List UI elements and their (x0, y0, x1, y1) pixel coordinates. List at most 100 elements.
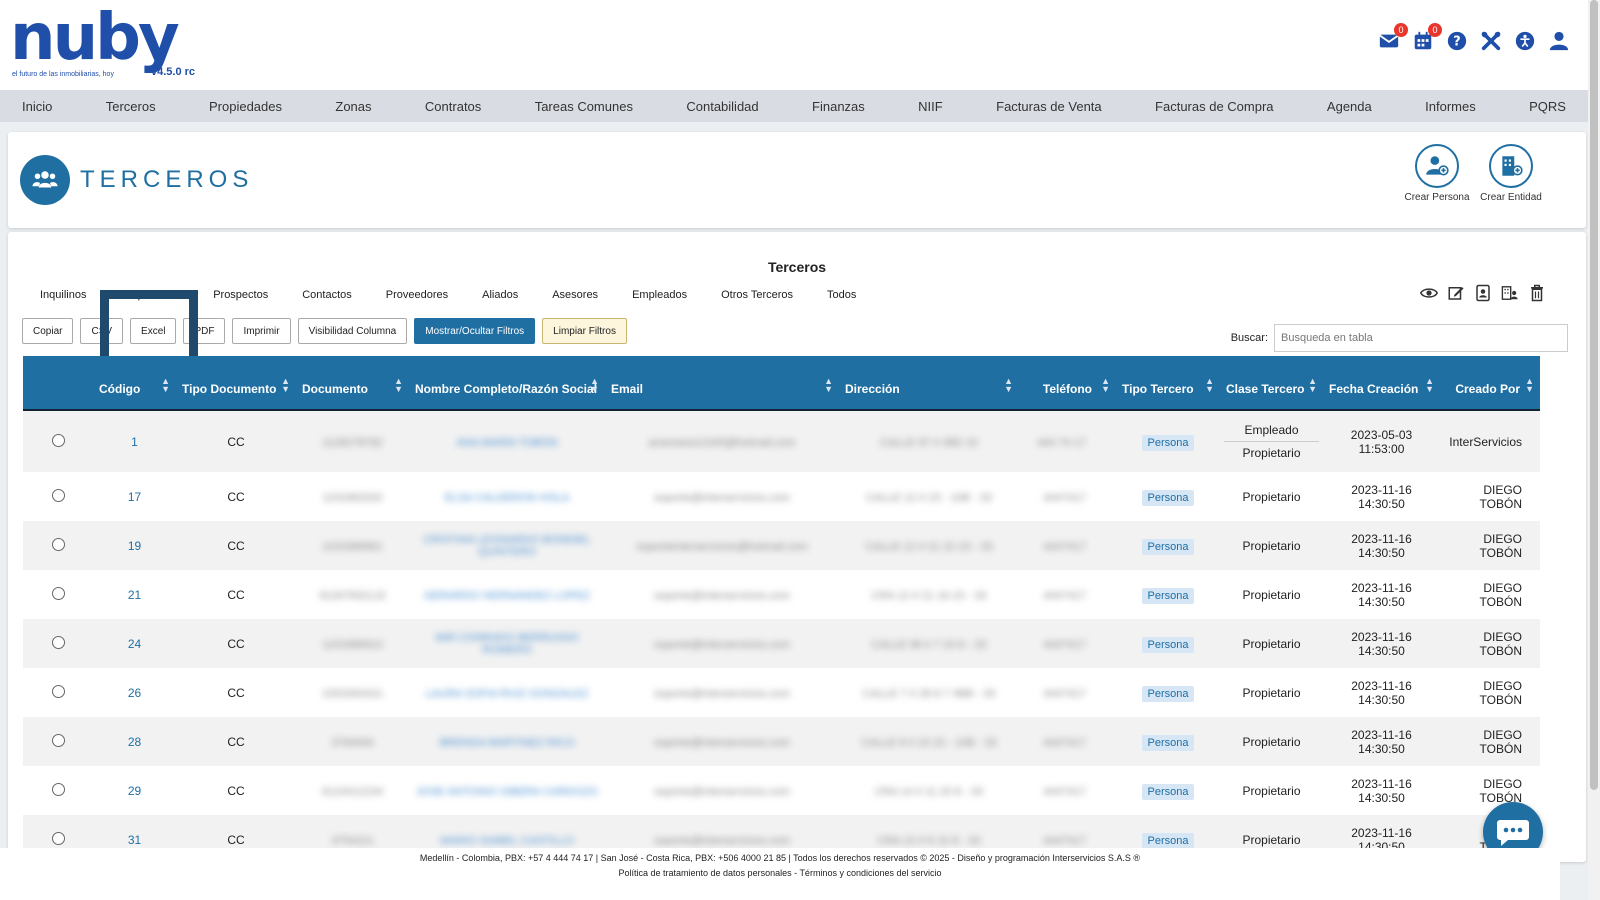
tercero-name-link[interactable]: BRENDA MARTINEZ RICO (440, 737, 575, 749)
nav-niif[interactable]: NIIF (918, 99, 943, 114)
tab-todos[interactable]: Todos (810, 289, 873, 301)
table-row[interactable]: 26 CC 1053393321 LAURA SOFIA RUIZ GONZALEZ s… (23, 668, 1540, 717)
row-radio[interactable] (51, 782, 65, 796)
header-telefono[interactable]: Teléfono ▲ ▼ (1019, 356, 1116, 410)
tercero-name-link[interactable]: MARIO ISABEL CASTILLO (440, 835, 573, 847)
header-clase-tercero[interactable]: Clase Tercero ▲ ▼ (1220, 356, 1323, 410)
nav-inicio[interactable]: Inicio (22, 99, 52, 114)
tab-otros-terceros[interactable]: Otros Terceros (704, 289, 810, 301)
header-codigo[interactable]: Código ▲ ▼ (93, 356, 176, 410)
row-radio[interactable] (51, 831, 65, 845)
calendar-icon[interactable]: 0 (1412, 23, 1442, 52)
terms-link[interactable]: Términos y condiciones del servicio (799, 868, 941, 878)
nav-informes[interactable]: Informes (1425, 99, 1476, 114)
nuby-logo[interactable]: nuby el futuro de las inmobiliarias, hoy… (10, 6, 200, 82)
table-row[interactable]: 17 CC 1153382920 ELSA CALDERON HOLA soporte@… (23, 472, 1540, 521)
excel-button[interactable]: Excel (130, 318, 177, 344)
copy-button[interactable]: Copiar (22, 318, 74, 344)
row-radio[interactable] (51, 586, 65, 600)
table-row[interactable]: 21 CC 912678321J2 GERARDO HERNANDEZ LOPEZ so… (23, 570, 1540, 619)
tercero-code-link[interactable]: 24 (128, 637, 141, 651)
tercero-code-link[interactable]: 1 (131, 435, 138, 449)
toggle-filters-button[interactable]: Mostrar/Ocultar Filtros (414, 318, 536, 344)
clear-filters-button[interactable]: Limpiar Filtros (542, 318, 627, 344)
row-radio[interactable] (51, 488, 65, 502)
tab-contactos[interactable]: Contactos (285, 289, 369, 301)
nav-propiedades[interactable]: Propiedades (209, 99, 282, 114)
edit-icon[interactable] (1447, 284, 1465, 302)
tercero-code-link[interactable]: 31 (128, 833, 141, 847)
header-nombre[interactable]: Nombre Completo/Razón Social ▲ ▼ (409, 356, 605, 410)
cell-fecha-creacion: 2023-11-16 14:30:50 (1323, 717, 1440, 766)
header-fecha-creacion[interactable]: Fecha Creación ▲ ▼ (1323, 356, 1440, 410)
create-person-button[interactable]: Crear Persona (1401, 144, 1473, 203)
nav-finanzas[interactable]: Finanzas (812, 99, 865, 114)
tercero-code-link[interactable]: 17 (128, 490, 141, 504)
contact-card-icon[interactable] (1474, 284, 1492, 302)
nav-terceros[interactable]: Terceros (106, 99, 156, 114)
csv-button[interactable]: CSV (80, 318, 124, 344)
create-entity-button[interactable]: Crear Entidad (1475, 144, 1547, 203)
nav-tareas-comunes[interactable]: Tareas Comunes (535, 99, 633, 114)
nav-zonas[interactable]: Zonas (335, 99, 371, 114)
table-row[interactable]: 1 CC 1128278782 ANA MARÍA TOBÓN anamaria1234… (23, 410, 1540, 472)
tab-prospectos[interactable]: Prospectos (196, 289, 285, 301)
search-input[interactable] (1274, 324, 1568, 352)
tab-proveedores[interactable]: Proveedores (369, 289, 465, 301)
building-user-icon[interactable] (1501, 284, 1519, 302)
header-email[interactable]: Email ▲ ▼ (605, 356, 839, 410)
row-radio[interactable] (51, 684, 65, 698)
pdf-button[interactable]: PDF (183, 318, 226, 344)
table-row[interactable]: 28 CC 3784930 BRENDA MARTINEZ RICO soporte@i… (23, 717, 1540, 766)
tercero-code-link[interactable]: 29 (128, 784, 141, 798)
tercero-name-link[interactable]: ELSA CALDERON HOLA (445, 492, 570, 504)
row-radio[interactable] (51, 433, 65, 447)
nav-pqrs[interactable]: PQRS (1529, 99, 1566, 114)
table-row[interactable]: 19 CC 1153389961 CRISTIAN LEONARDO BONDIEL … (23, 521, 1540, 570)
tab-aliados[interactable]: Aliados (465, 289, 535, 301)
nav-contratos[interactable]: Contratos (425, 99, 481, 114)
cell-clase-tercero: Propietario (1220, 766, 1323, 815)
table-row[interactable]: 24 CC 1153389913 MIR CONRADO BERRUISIO ROME… (23, 619, 1540, 668)
row-radio[interactable] (51, 537, 65, 551)
tab-propietarios[interactable]: Propietarios (103, 289, 196, 301)
tab-asesores[interactable]: Asesores (535, 289, 615, 301)
scrollbar-thumb[interactable] (1590, 0, 1598, 790)
mail-icon[interactable]: 0 (1378, 23, 1408, 52)
tercero-code-link[interactable]: 28 (128, 735, 141, 749)
row-radio[interactable] (51, 733, 65, 747)
tercero-name-link[interactable]: MIR CONRADO BERRUISIO ROMERO (413, 632, 601, 656)
header-documento[interactable]: Documento ▲ ▼ (296, 356, 409, 410)
tercero-code-link[interactable]: 19 (128, 539, 141, 553)
table-row[interactable]: 29 CC 9123412234 JOSE ANTONIO SIBERA CARDOZ… (23, 766, 1540, 815)
column-visibility-button[interactable]: Visibilidad Columna (297, 318, 408, 344)
tercero-name-link[interactable]: GERARDO HERNANDEZ LOPEZ (424, 590, 590, 602)
user-icon[interactable] (1548, 30, 1570, 52)
view-icon[interactable] (1420, 284, 1438, 302)
nav-facturas-venta[interactable]: Facturas de Venta (996, 99, 1102, 114)
header-creado-por[interactable]: Creado Por ▲ ▼ (1440, 356, 1540, 410)
tercero-code-link[interactable]: 21 (128, 588, 141, 602)
tercero-name-link[interactable]: ANA MARÍA TOBÓN (456, 437, 557, 449)
row-radio[interactable] (51, 635, 65, 649)
tab-empleados[interactable]: Empleados (615, 289, 704, 301)
privacy-policy-link[interactable]: Política de tratamiento de datos persona… (618, 868, 791, 878)
header-tipo-documento[interactable]: Tipo Documento ▲ ▼ (176, 356, 296, 410)
accessibility-icon[interactable] (1514, 30, 1536, 52)
trash-icon[interactable] (1528, 284, 1546, 302)
tercero-code-link[interactable]: 26 (128, 686, 141, 700)
help-icon[interactable]: ? (1446, 30, 1468, 52)
nav-agenda[interactable]: Agenda (1327, 99, 1372, 114)
tools-icon[interactable] (1480, 30, 1502, 52)
tercero-name-link[interactable]: CRISTIAN LEONARDO BONDIEL QUINTERO (413, 534, 601, 558)
header-direccion[interactable]: Dirección ▲ ▼ (839, 356, 1019, 410)
nav-contabilidad[interactable]: Contabilidad (686, 99, 758, 114)
header-tipo-tercero[interactable]: Tipo Tercero ▲ ▼ (1116, 356, 1220, 410)
tercero-name-link[interactable]: LAURA SOFIA RUIZ GONZALEZ (426, 688, 589, 700)
page-scrollbar[interactable] (1588, 0, 1600, 900)
tercero-name-link[interactable]: JOSE ANTONIO SIBERA CARDOZO (416, 786, 598, 798)
print-button[interactable]: Imprimir (232, 318, 291, 344)
header-select (23, 356, 93, 410)
tab-inquilinos[interactable]: Inquilinos (40, 289, 103, 301)
nav-facturas-compra[interactable]: Facturas de Compra (1155, 99, 1274, 114)
